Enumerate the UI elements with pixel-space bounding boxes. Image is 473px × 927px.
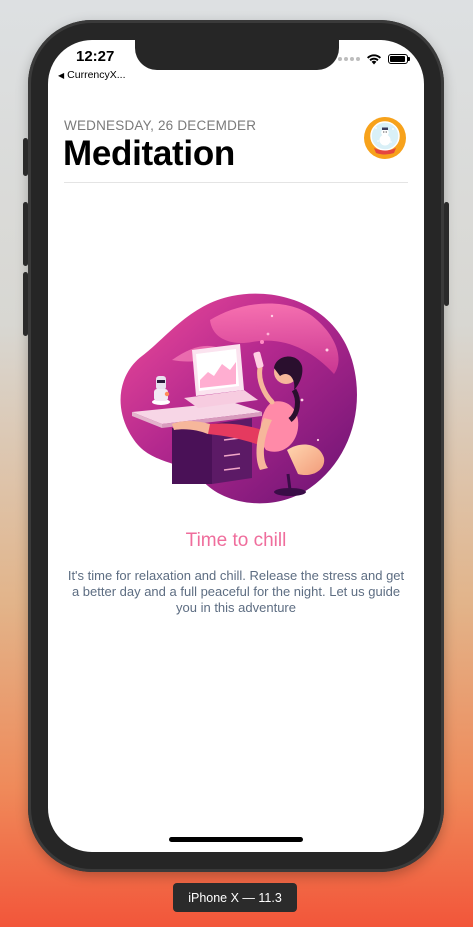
notch (135, 40, 339, 70)
app-screen: 12:27 ◀ CurrencyX... WEDNESDAY, 26 DECEM… (48, 40, 424, 852)
description-text: It's time for relaxation and chill. Rele… (67, 568, 405, 615)
battery-icon (388, 54, 410, 64)
date-label: WEDNESDAY, 26 DECEMDER (64, 118, 257, 133)
volume-up-button[interactable] (23, 202, 28, 266)
cellular-signal-icon (338, 57, 360, 61)
status-indicators (338, 53, 410, 65)
snow-globe-avatar-icon[interactable] (364, 117, 406, 159)
simulator-device-label: iPhone X — 11.3 (173, 883, 297, 912)
back-to-app-link[interactable]: ◀ CurrencyX... (58, 69, 126, 81)
status-time: 12:27 (76, 48, 115, 65)
side-button[interactable] (444, 202, 449, 306)
header-divider (64, 182, 408, 183)
woman-relaxing-at-desk-illustration (120, 293, 357, 504)
home-indicator[interactable] (169, 837, 303, 842)
volume-down-button[interactable] (23, 272, 28, 336)
iphone-device-frame: 12:27 ◀ CurrencyX... WEDNESDAY, 26 DECEM… (23, 20, 449, 872)
mute-switch[interactable] (23, 138, 28, 176)
headline: Time to chill (185, 530, 287, 551)
page-title: Meditation (63, 134, 235, 173)
back-triangle-icon: ◀ (58, 70, 65, 80)
back-app-label: CurrencyX... (67, 69, 126, 81)
wifi-icon (367, 54, 381, 65)
